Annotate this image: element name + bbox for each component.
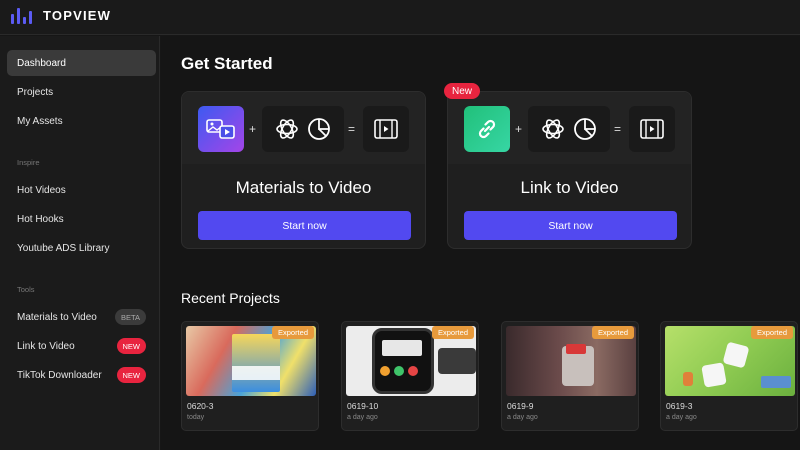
project-name: 0619-9 (507, 401, 534, 411)
new-badge: NEW (116, 338, 146, 354)
card-link-to-video: + = Link to Video Start now (447, 91, 692, 249)
new-badge: NEW (116, 367, 146, 383)
card-title: Link to Video (520, 178, 619, 197)
sidebar-item-label: Hot Videos (17, 184, 66, 196)
sidebar-item-materials-to-video[interactable]: Materials to Video BETA (7, 304, 156, 330)
project-card[interactable]: Exported 0619-3 a day ago (660, 321, 798, 431)
pie-chart-icon (308, 118, 330, 140)
exported-badge: Exported (431, 326, 474, 339)
card-materials-to-video: + = Materials to Video Start now (181, 91, 426, 249)
sidebar-item-link-to-video[interactable]: Link to Video NEW (7, 333, 156, 359)
main-content: Get Started + = Materials to Video Start… (161, 36, 800, 450)
sidebar-item-label: Youtube ADS Library (17, 242, 110, 254)
sidebar-item-projects[interactable]: Projects (7, 79, 156, 105)
project-card[interactable]: Exported 0619-9 a day ago (501, 321, 639, 431)
sidebar-item-tiktok-downloader[interactable]: TikTok Downloader NEW (7, 362, 156, 388)
page-title: Get Started (181, 54, 273, 73)
pie-chart-icon (574, 118, 596, 140)
start-now-button[interactable]: Start now (464, 211, 677, 240)
sidebar-item-label: Materials to Video (17, 311, 97, 323)
sidebar-item-label: Projects (17, 86, 54, 98)
exported-badge: Exported (271, 326, 314, 339)
start-now-button[interactable]: Start now (198, 211, 411, 240)
project-date: a day ago (347, 414, 378, 421)
beta-badge: BETA (114, 309, 146, 325)
plus-sign: + (249, 122, 257, 136)
sidebar-item-hot-hooks[interactable]: Hot Hooks (7, 206, 156, 232)
link-icon (464, 106, 510, 152)
card-title: Materials to Video (235, 178, 372, 197)
topview-logo-icon (11, 6, 35, 24)
sidebar-item-label: My Assets (17, 115, 63, 127)
openai-icon (276, 119, 298, 139)
sidebar-item-dashboard[interactable]: Dashboard (7, 50, 156, 76)
brand[interactable]: TOPVIEW (11, 6, 111, 24)
openai-icon (542, 119, 564, 139)
project-date: today (187, 414, 205, 421)
brand-name: TOPVIEW (43, 7, 112, 23)
sidebar-item-label: Hot Hooks (17, 213, 64, 225)
section-label-tools: Tools (17, 285, 35, 294)
section-label-inspire: Inspire (17, 158, 40, 167)
project-date: a day ago (666, 414, 697, 421)
sidebar-item-label: Link to Video (17, 340, 75, 352)
top-bar: TOPVIEW (0, 0, 800, 35)
equals-sign: = (348, 122, 356, 136)
project-card[interactable]: Exported 0620-3 today (181, 321, 319, 431)
sidebar-item-label: Dashboard (17, 57, 66, 69)
project-name: 0619-10 (347, 401, 379, 411)
images-video-icon (198, 106, 244, 152)
plus-sign: + (515, 122, 523, 136)
project-card[interactable]: Exported 0619-10 a day ago (341, 321, 479, 431)
formula-strip: + = (182, 92, 425, 164)
recent-projects-title: Recent Projects (181, 290, 280, 306)
exported-badge: Exported (750, 326, 793, 339)
project-name: 0620-3 (187, 401, 214, 411)
new-tag: New (444, 83, 481, 99)
sidebar-item-my-assets[interactable]: My Assets (7, 108, 156, 134)
equals-sign: = (614, 122, 622, 136)
video-icon (629, 106, 675, 152)
sidebar-item-label: TikTok Downloader (17, 369, 102, 381)
sidebar-item-hot-videos[interactable]: Hot Videos (7, 177, 156, 203)
ai-tools-group (262, 106, 344, 152)
formula-strip: + = (448, 92, 691, 164)
sidebar-item-youtube-ads-library[interactable]: Youtube ADS Library (7, 235, 156, 261)
video-icon (363, 106, 409, 152)
exported-badge: Exported (591, 326, 634, 339)
project-date: a day ago (507, 414, 538, 421)
project-name: 0619-3 (666, 401, 693, 411)
sidebar: Dashboard Projects My Assets Inspire Hot… (0, 36, 160, 450)
ai-tools-group (528, 106, 610, 152)
